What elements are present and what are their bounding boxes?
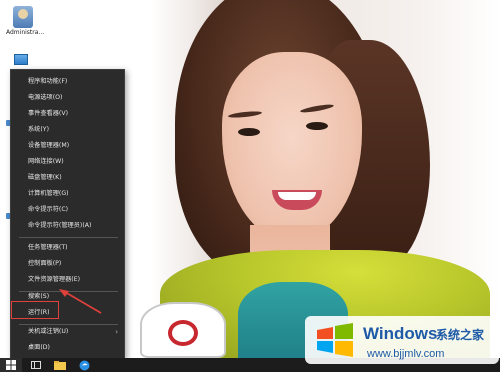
menu-item-disk-management[interactable]: 磁盘管理(K) — [11, 170, 124, 186]
desktop-icon-label: Administra... — [6, 29, 45, 36]
menu-item-network-connections[interactable]: 网络连接(W) — [11, 154, 124, 170]
annotation-arrow-icon — [59, 289, 102, 314]
start-button[interactable] — [0, 358, 22, 372]
desktop-icon-user-folder[interactable]: Administra... — [6, 6, 45, 36]
menu-item-control-panel[interactable]: 控制面板(P) — [11, 256, 124, 272]
file-explorer-icon — [54, 360, 66, 370]
edge-button[interactable] — [75, 358, 93, 372]
menu-item-task-manager[interactable]: 任务管理器(T) — [11, 240, 124, 256]
watermark-url: www.bjjmlv.com — [367, 348, 445, 360]
edge-icon — [79, 360, 89, 370]
chevron-right-icon: › — [115, 328, 118, 336]
menu-item-device-manager[interactable]: 设备管理器(M) — [11, 138, 124, 154]
menu-item-system[interactable]: 系统(Y) — [11, 122, 124, 138]
menu-separator — [19, 237, 118, 238]
menu-item-event-viewer[interactable]: 事件查看器(V) — [11, 106, 124, 122]
task-view-button[interactable] — [27, 358, 45, 372]
windows-start-icon — [6, 360, 16, 370]
menu-item-programs-features[interactable]: 程序和功能(F) — [11, 74, 124, 90]
menu-item-shutdown-signout[interactable]: 关机或注销(U) › — [11, 324, 124, 340]
watermark-subtitle: 系统之家 — [436, 328, 485, 342]
menu-item-computer-management[interactable]: 计算机管理(G) — [11, 186, 124, 202]
site-watermark: Windows 系统之家 www.bjjmlv.com — [305, 316, 499, 364]
run-highlight-box — [11, 301, 59, 319]
watermark-title: Windows — [363, 324, 438, 343]
user-folder-icon — [13, 6, 33, 28]
task-view-icon — [31, 361, 41, 369]
menu-item-command-prompt[interactable]: 命令提示符(C) — [11, 202, 124, 218]
this-pc-icon[interactable] — [14, 54, 28, 65]
menu-item-file-explorer[interactable]: 文件资源管理器(E) — [11, 272, 124, 288]
windows-logo-icon — [317, 323, 353, 357]
file-explorer-button[interactable] — [51, 358, 69, 372]
menu-item-desktop[interactable]: 桌面(D) — [11, 340, 124, 356]
menu-item-power-options[interactable]: 电源选项(O) — [11, 90, 124, 106]
menu-item-command-prompt-admin[interactable]: 命令提示符(管理员)(A) — [11, 218, 124, 234]
